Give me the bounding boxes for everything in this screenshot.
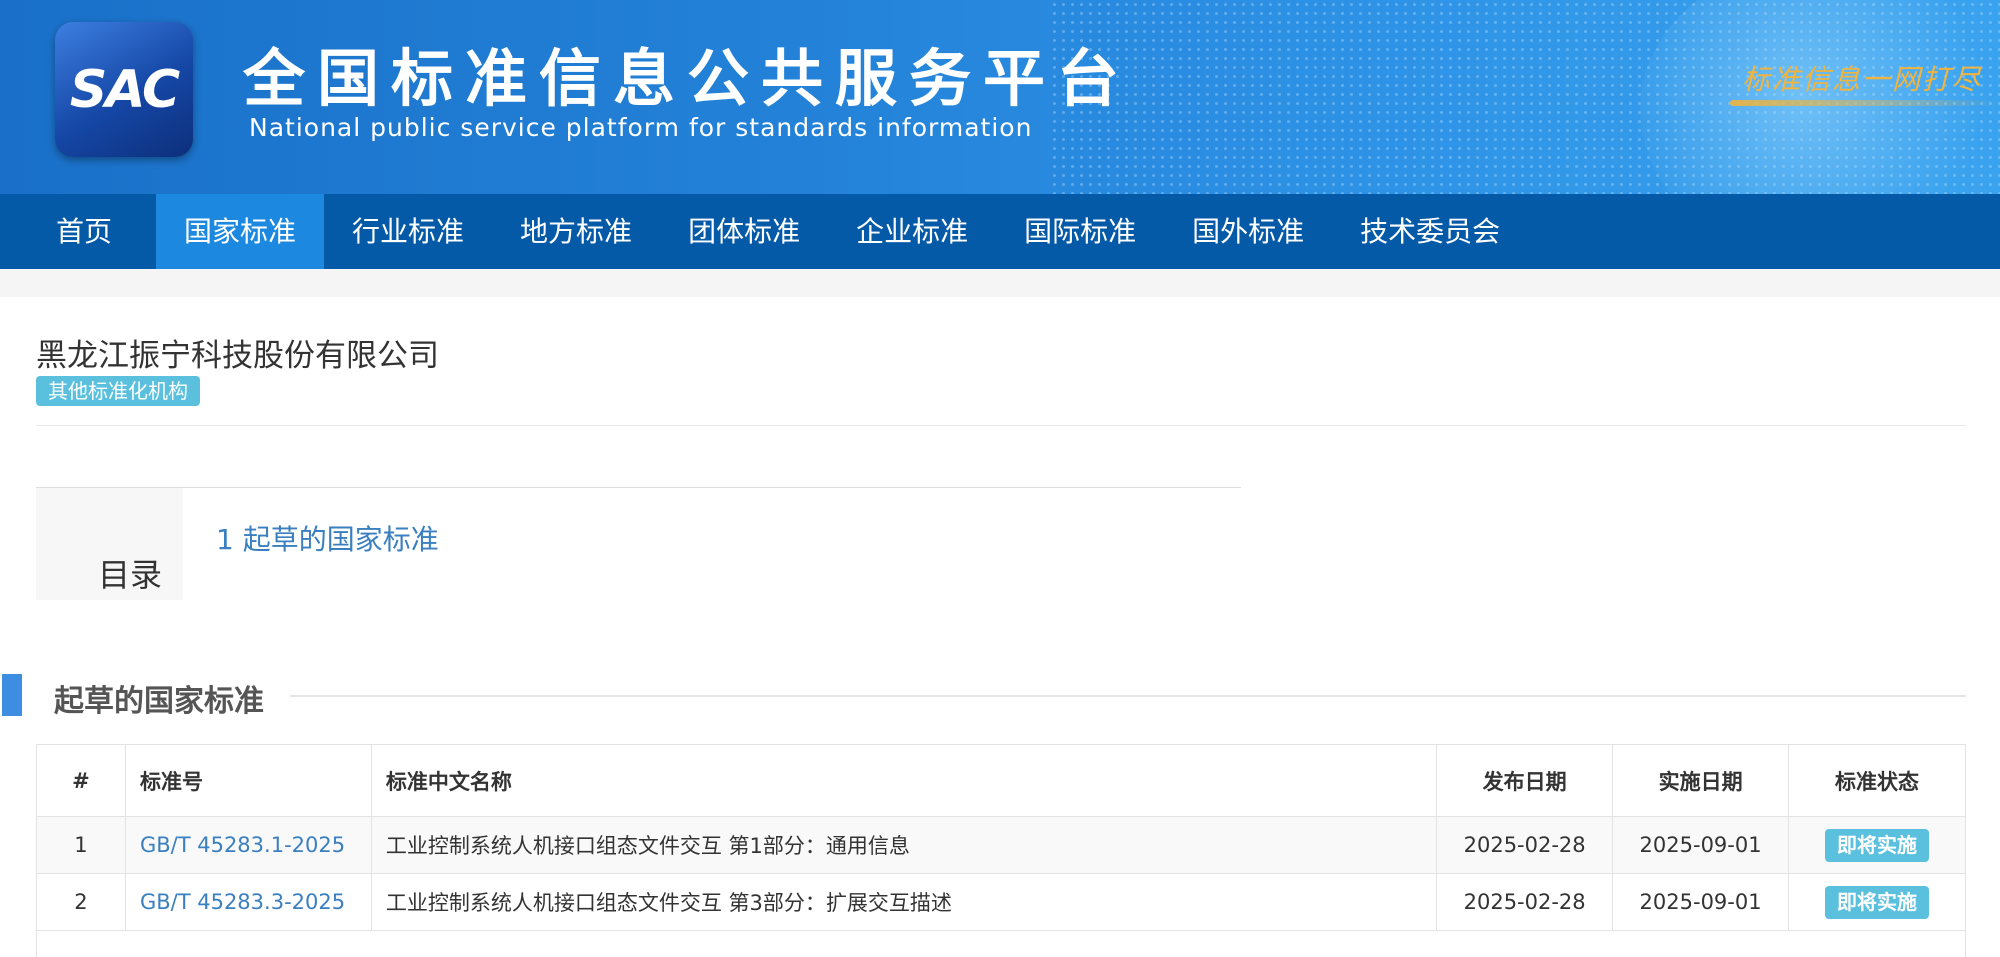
column-header-name[interactable]: 标准中文名称 <box>370 744 1438 817</box>
site-title: 全国标准信息公共服务平台 <box>243 42 1132 115</box>
table-footer-space <box>36 927 1966 957</box>
slogan-underline <box>1730 100 2000 106</box>
nav-item-international-standards[interactable]: 国际标准 <box>996 194 1164 269</box>
implement-date: 2025-09-01 <box>1612 816 1790 874</box>
section-marker <box>2 674 22 716</box>
slogan: 标准信息一网打尽 <box>1742 63 1983 96</box>
nav-item-industry-standards[interactable]: 行业标准 <box>324 194 492 269</box>
implement-date: 2025-09-01 <box>1612 873 1790 931</box>
standard-name: 工业控制系统人机接口组态文件交互 第3部分：扩展交互描述 <box>370 873 1438 931</box>
column-header-implement-date[interactable]: 实施日期 <box>1612 744 1790 817</box>
org-name: 黑龙江振宁科技股份有限公司 <box>36 338 439 374</box>
nav-item-technical-committees[interactable]: 技术委员会 <box>1332 194 1528 269</box>
org-type-badge: 其他标准化机构 <box>36 376 200 406</box>
table-of-contents: 目录 1 起草的国家标准 <box>36 487 1241 610</box>
section-divider <box>290 695 1966 697</box>
nav-item-foreign-standards[interactable]: 国外标准 <box>1164 194 1332 269</box>
table-row: 1 GB/T 45283.1-2025 工业控制系统人机接口组态文件交互 第1部… <box>36 816 1966 874</box>
nav-item-group-standards[interactable]: 团体标准 <box>660 194 828 269</box>
standard-code-link[interactable]: GB/T 45283.1-2025 <box>124 816 372 874</box>
nav-item-enterprise-standards[interactable]: 企业标准 <box>828 194 996 269</box>
main-nav: 首页 国家标准 行业标准 地方标准 团体标准 企业标准 国际标准 国外标准 技术… <box>0 194 2000 269</box>
toc-link-drafted-national-standards[interactable]: 1 起草的国家标准 <box>216 518 439 558</box>
nav-item-home[interactable]: 首页 <box>0 194 156 269</box>
main-content: 黑龙江振宁科技股份有限公司 其他标准化机构 目录 1 起草的国家标准 起草的国家… <box>0 297 2000 957</box>
logo-text: SAC <box>69 59 180 120</box>
standards-table: # 标准号 标准中文名称 发布日期 实施日期 标准状态 1 GB/T 45283… <box>36 744 1966 931</box>
status-badge: 即将实施 <box>1825 885 1930 919</box>
column-header-publish-date[interactable]: 发布日期 <box>1436 744 1614 817</box>
column-header-status[interactable]: 标准状态 <box>1788 744 1966 817</box>
nav-item-national-standards[interactable]: 国家标准 <box>156 194 325 269</box>
section-title: 起草的国家标准 <box>54 684 264 719</box>
column-header-index: # <box>36 744 126 817</box>
standard-code-link[interactable]: GB/T 45283.3-2025 <box>124 873 372 931</box>
nav-item-local-standards[interactable]: 地方标准 <box>492 194 660 269</box>
table-header-row: # 标准号 标准中文名称 发布日期 实施日期 标准状态 <box>36 744 1966 817</box>
status-badge: 即将实施 <box>1825 828 1930 862</box>
row-index: 1 <box>36 816 126 874</box>
status-cell: 即将实施 <box>1788 816 1966 874</box>
standard-name: 工业控制系统人机接口组态文件交互 第1部分：通用信息 <box>370 816 1438 874</box>
divider <box>36 425 1966 426</box>
publish-date: 2025-02-28 <box>1436 816 1614 874</box>
row-index: 2 <box>36 873 126 931</box>
toc-spacer <box>36 600 1241 610</box>
publish-date: 2025-02-28 <box>1436 873 1614 931</box>
table-row: 2 GB/T 45283.3-2025 工业控制系统人机接口组态文件交互 第3部… <box>36 873 1966 931</box>
site-header: SAC 全国标准信息公共服务平台 National public service… <box>0 0 2000 194</box>
column-header-code[interactable]: 标准号 <box>124 744 372 817</box>
sac-logo[interactable]: SAC <box>55 22 193 157</box>
status-cell: 即将实施 <box>1788 873 1966 931</box>
site-subtitle: National public service platform for sta… <box>249 113 1033 142</box>
toc-label: 目录 <box>36 488 183 600</box>
